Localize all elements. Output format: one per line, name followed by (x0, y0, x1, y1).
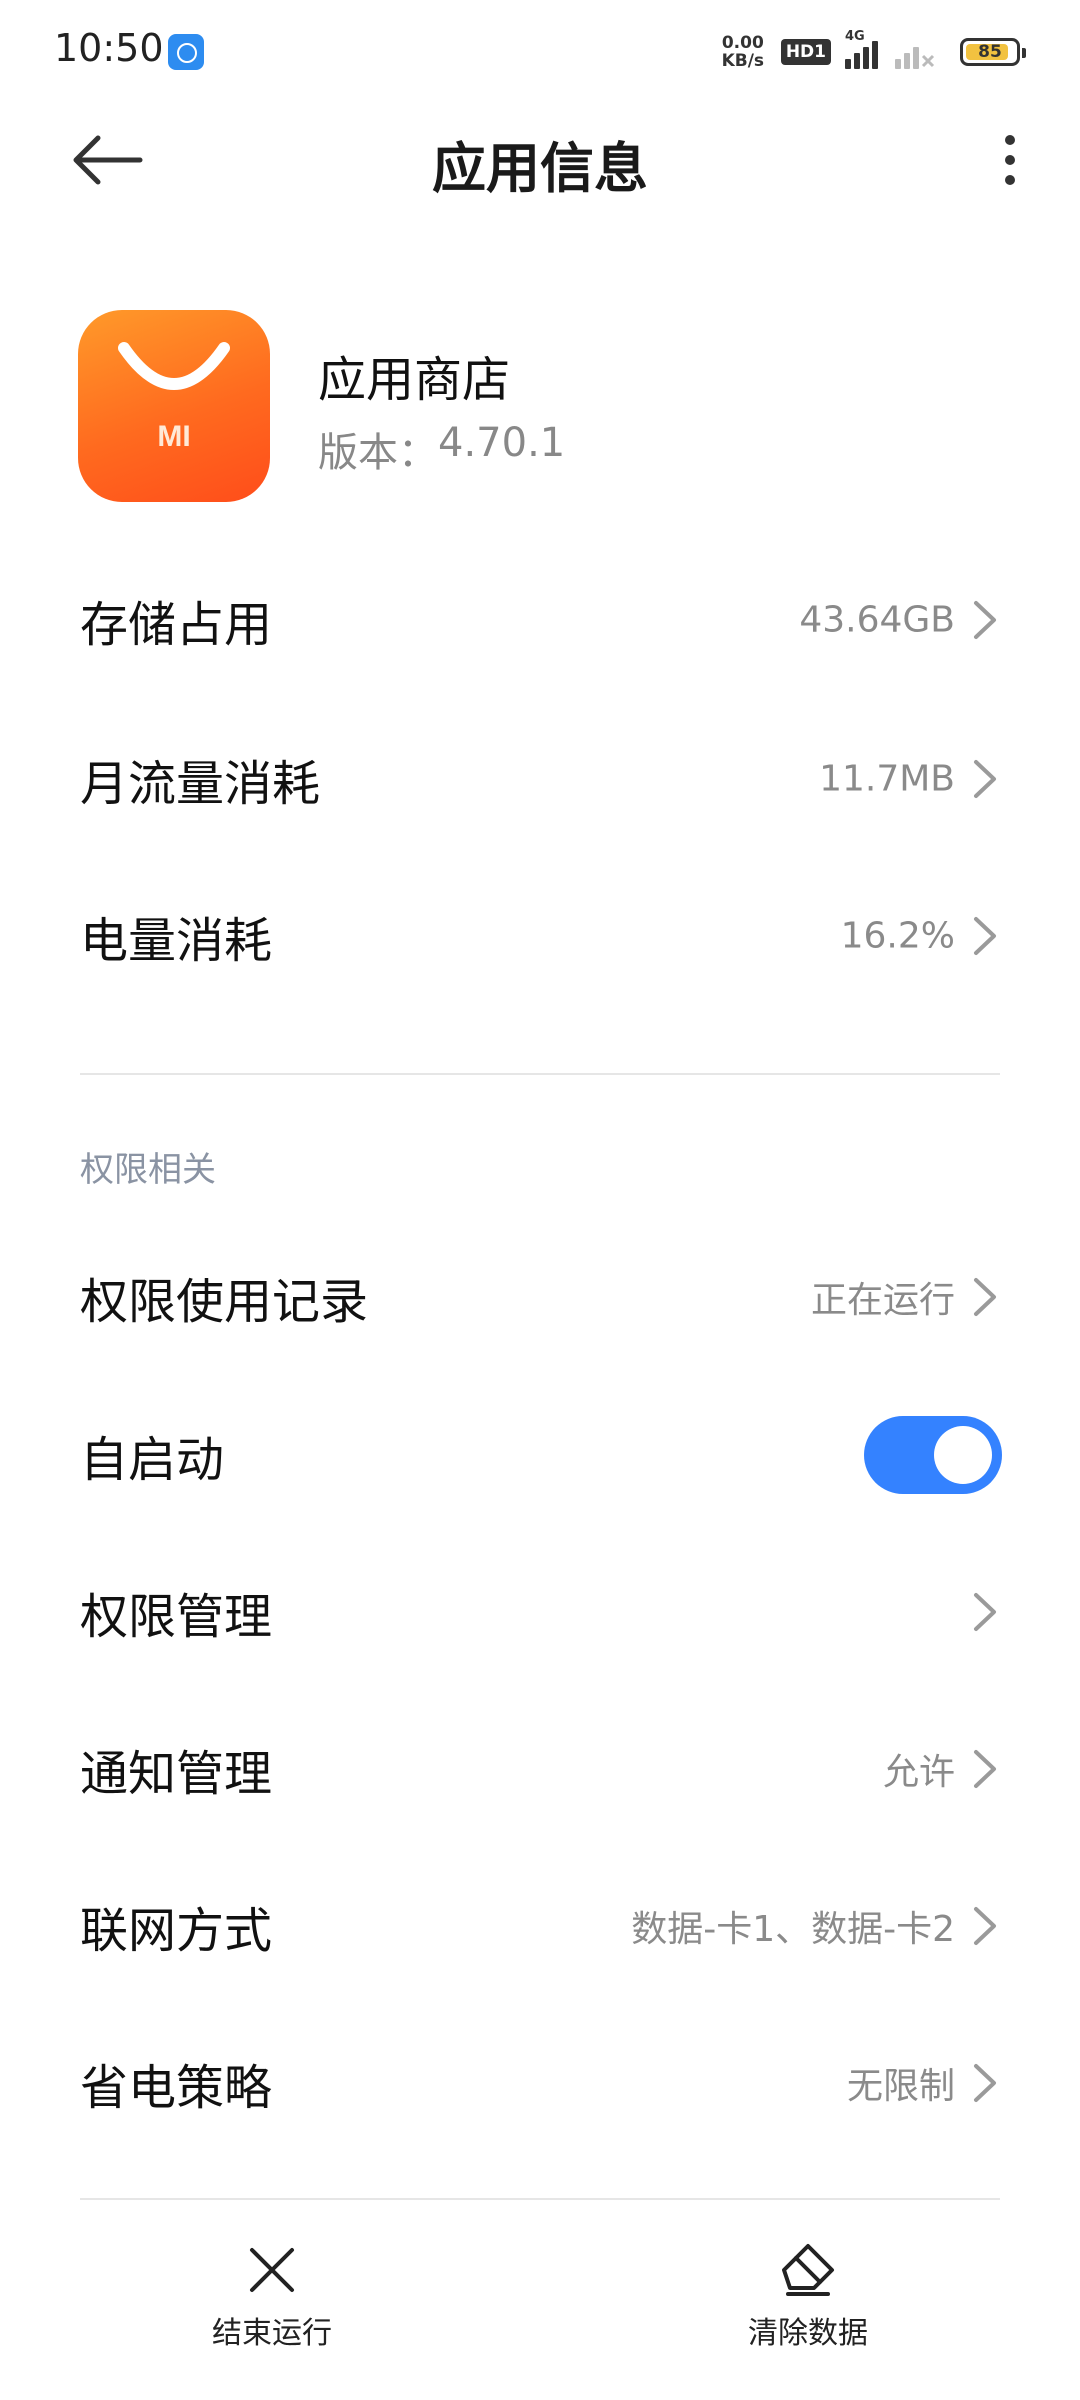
app-name: 应用商店 (318, 352, 511, 408)
data-usage-row[interactable]: 月流量消耗 11.7MB (0, 700, 1080, 858)
autostart-toggle[interactable] (864, 1416, 1002, 1494)
app-version-value: 4.70.1 (438, 420, 566, 466)
hd-badge: HD1 (780, 39, 831, 65)
status-indicators: 0.00 KB/s HD1 4G 85 (715, 29, 1026, 74)
battery-icon: 85 (960, 38, 1026, 66)
row-value: 数据-卡1、数据-卡2 (631, 1909, 955, 1950)
signal-sim1-icon: 4G (845, 29, 881, 69)
app-logo-text: MI (157, 420, 190, 453)
storage-row[interactable]: 存储占用 43.64GB (0, 541, 1080, 699)
signal-sim2-icon (895, 35, 936, 69)
chevron-right-icon (974, 2064, 996, 2102)
app-version: 版本： 4.70.1 (318, 420, 565, 478)
row-value: 16.2% (840, 915, 955, 957)
chevron-right-icon (974, 1278, 996, 1316)
toggle-knob (934, 1426, 992, 1484)
row-label: 权限管理 (80, 1589, 273, 1645)
bottom-divider (80, 2198, 1000, 2200)
more-options-button[interactable] (980, 130, 1040, 190)
chevron-right-icon (974, 760, 996, 798)
clear-data-label: 清除数据 (748, 2316, 868, 2351)
row-label: 通知管理 (80, 1746, 273, 1802)
chevron-right-icon (974, 1593, 996, 1631)
network-speed: 0.00 KB/s (715, 34, 771, 70)
app-version-label: 版本： (318, 430, 438, 476)
row-label: 权限使用记录 (80, 1274, 369, 1330)
network-speed-unit: KB/s (721, 51, 765, 71)
chevron-right-icon (974, 1907, 996, 1945)
permission-usage-row[interactable]: 权限使用记录 正在运行 (0, 1218, 1080, 1376)
chevron-right-icon (974, 1750, 996, 1788)
row-value: 无限制 (846, 2066, 955, 2107)
force-stop-label: 结束运行 (212, 2316, 332, 2351)
more-vert-icon (1005, 135, 1015, 185)
autostart-row: 自启动 (0, 1376, 1080, 1534)
close-icon (250, 2248, 294, 2292)
app-icon: MI (78, 310, 270, 502)
row-label: 自启动 (80, 1432, 225, 1488)
page-title: 应用信息 (432, 137, 648, 200)
eraser-icon (782, 2244, 834, 2296)
row-label: 存储占用 (80, 597, 273, 653)
status-bar: 10:50 0.00 KB/s HD1 4G 85 (0, 0, 1080, 100)
battery-level: 85 (978, 42, 1002, 62)
row-value: 正在运行 (810, 1280, 955, 1321)
battery-usage-row[interactable]: 电量消耗 16.2% (0, 857, 1080, 1015)
chevron-right-icon (974, 917, 996, 955)
network-speed-value: 0.00 (721, 33, 764, 53)
row-label: 月流量消耗 (80, 756, 321, 812)
section-divider (80, 1073, 1000, 1075)
row-label: 联网方式 (80, 1903, 273, 1959)
notification-app-icon (168, 34, 204, 70)
header: 应用信息 (0, 100, 1080, 220)
force-stop-button[interactable]: 结束运行 (152, 2240, 392, 2370)
row-value: 允许 (882, 1752, 955, 1793)
battery-saver-row[interactable]: 省电策略 无限制 (0, 2004, 1080, 2162)
network-access-row[interactable]: 联网方式 数据-卡1、数据-卡2 (0, 1847, 1080, 2005)
section-header-permissions: 权限相关 (80, 1150, 216, 1190)
row-value: 43.64GB (799, 599, 955, 641)
row-value: 11.7MB (819, 758, 955, 800)
permission-management-row[interactable]: 权限管理 (0, 1533, 1080, 1691)
row-label: 电量消耗 (80, 913, 273, 969)
chevron-right-icon (974, 601, 996, 639)
network-type-label: 4G (845, 29, 865, 44)
notification-management-row[interactable]: 通知管理 允许 (0, 1690, 1080, 1848)
status-time: 10:50 (54, 26, 164, 70)
app-store-logo-icon: MI (118, 342, 230, 453)
clear-data-button[interactable]: 清除数据 (688, 2240, 928, 2370)
row-label: 省电策略 (80, 2060, 273, 2116)
